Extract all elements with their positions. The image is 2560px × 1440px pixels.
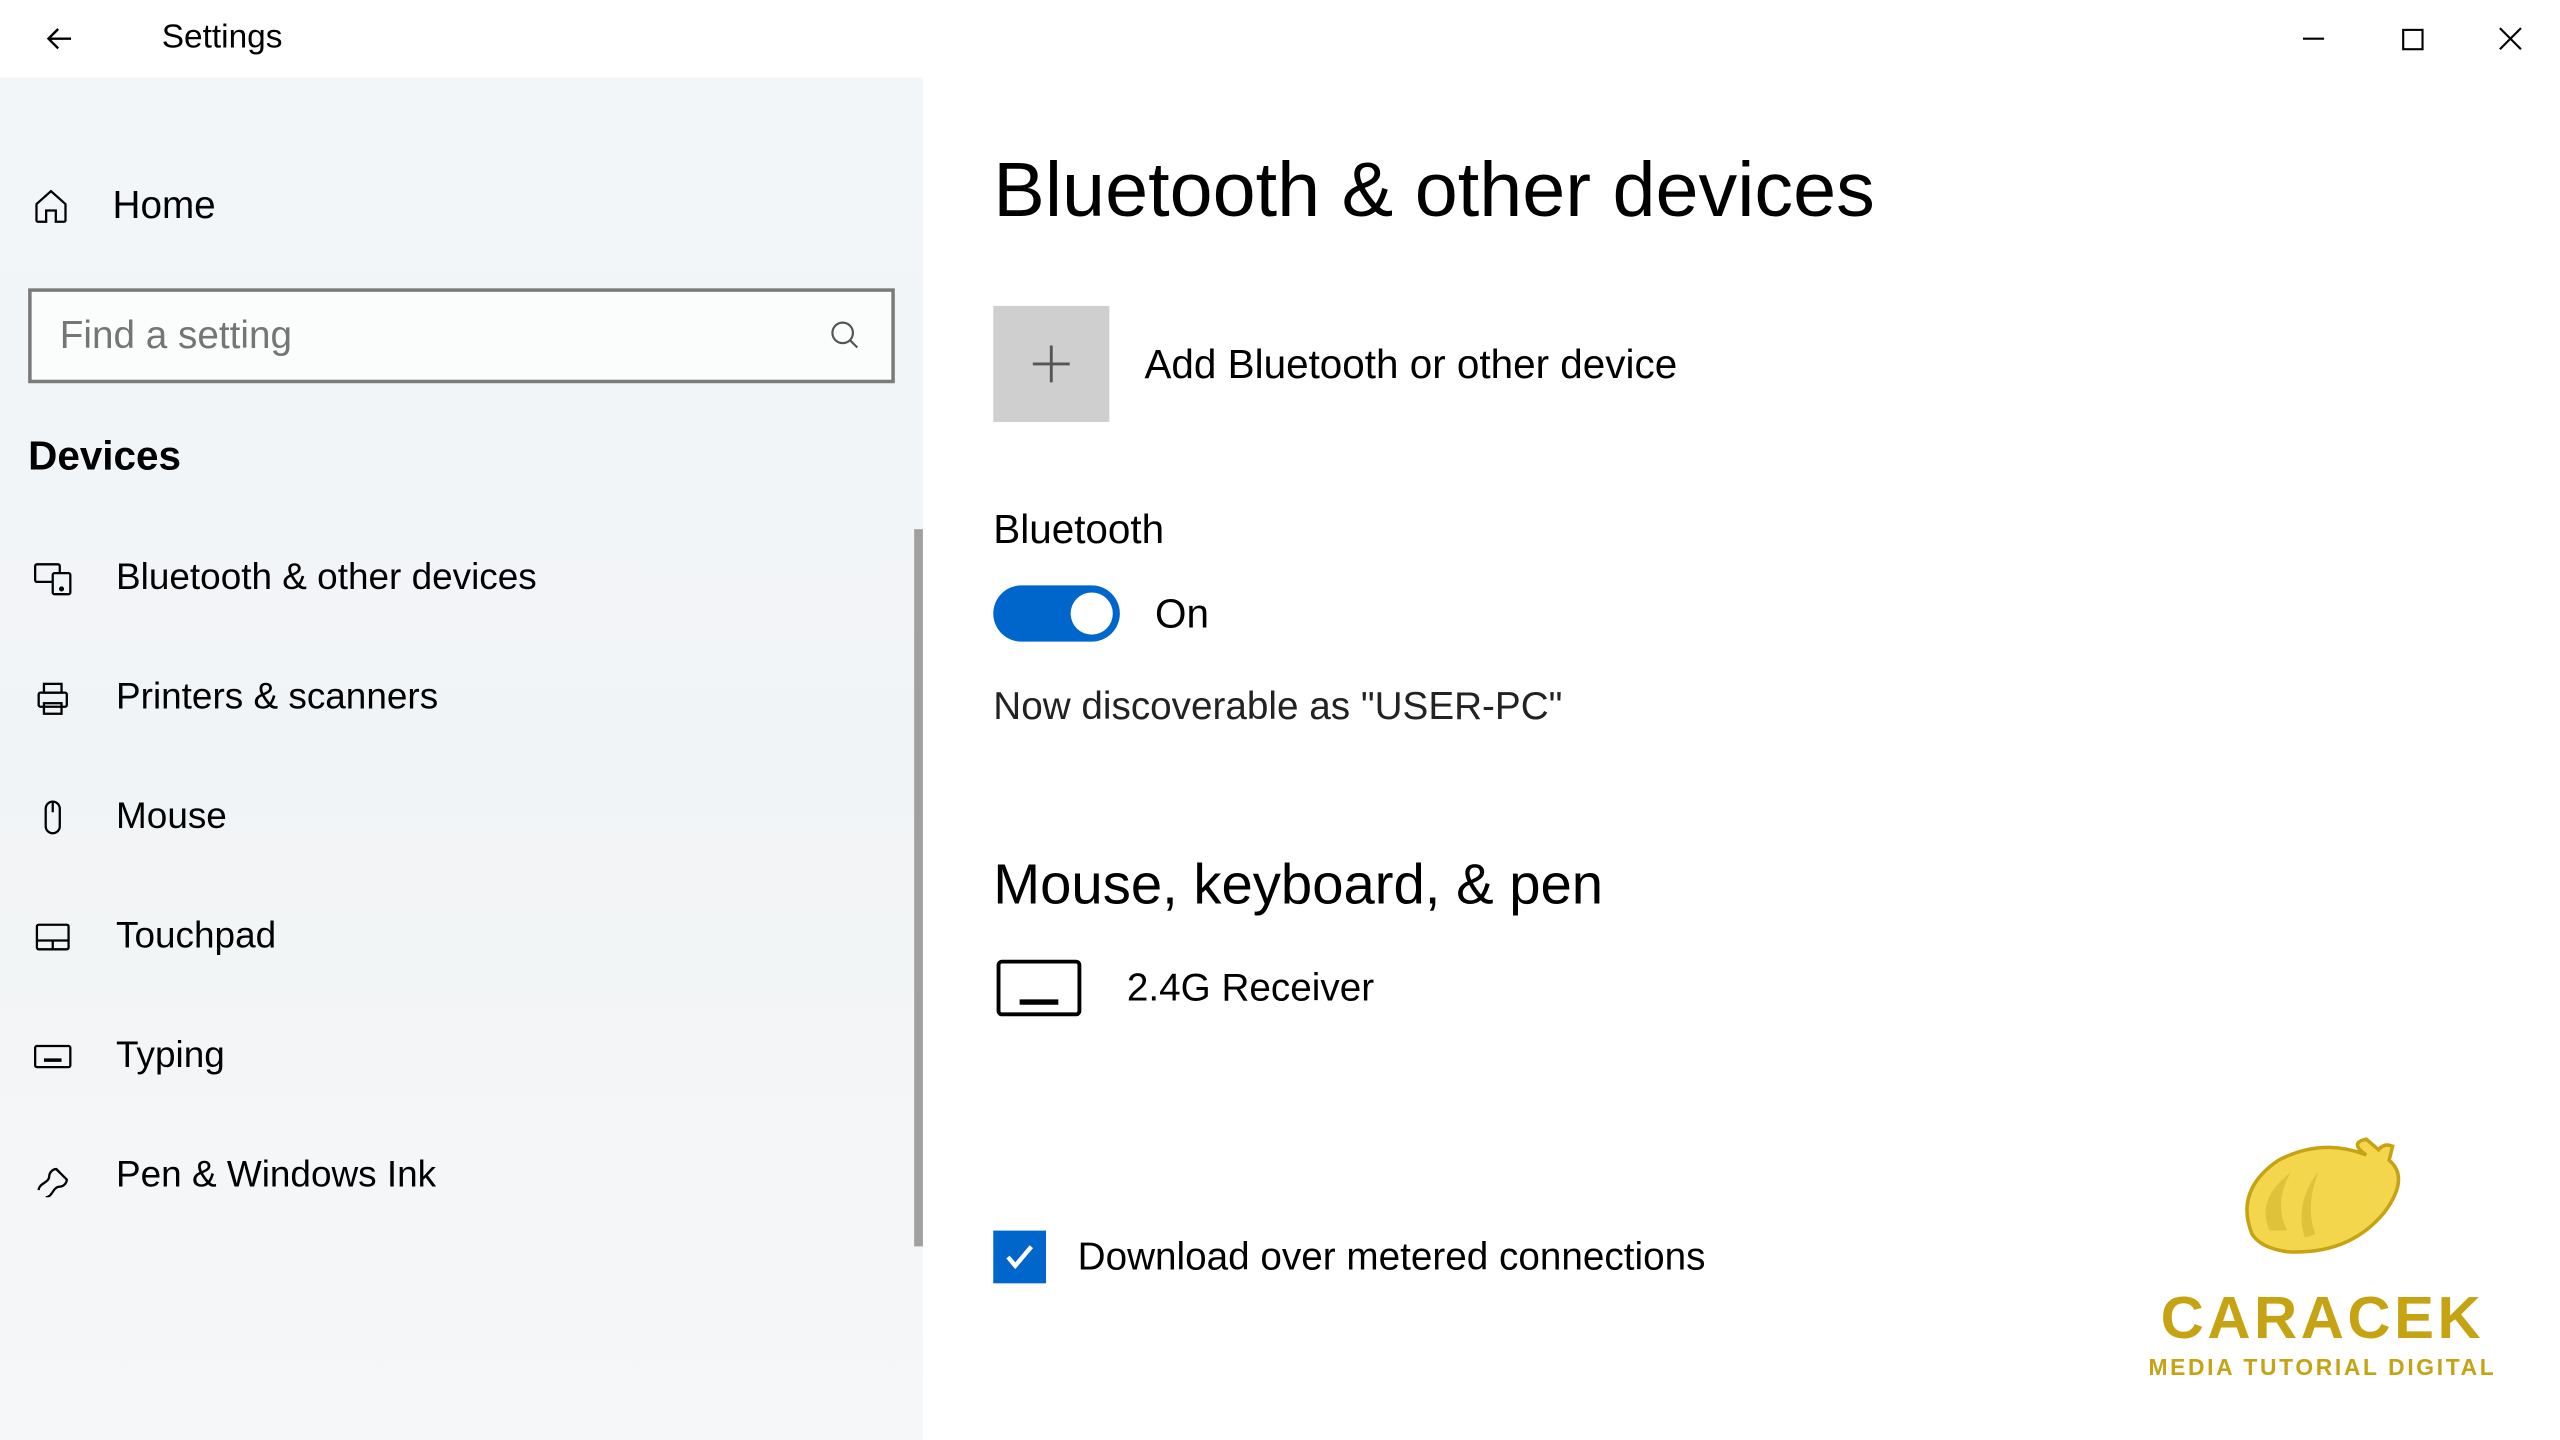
metered-row: Download over metered connections	[993, 1231, 2559, 1284]
keyboard-device-icon	[993, 956, 1084, 1019]
sidebar-nav: Bluetooth & other devices Printers & sca…	[0, 519, 923, 1236]
touchpad-icon	[32, 916, 74, 958]
add-icon-box	[993, 306, 1109, 422]
sidebar-item-typing[interactable]: Typing	[0, 997, 923, 1117]
section-mouse-heading: Mouse, keyboard, & pen	[993, 853, 2559, 918]
mouse-icon	[32, 796, 74, 838]
plus-icon	[1027, 339, 1076, 388]
sidebar-item-label: Bluetooth & other devices	[116, 557, 537, 599]
watermark-subtitle: MEDIA TUTORIAL DIGITAL	[2148, 1354, 2496, 1380]
sidebar-item-label: Pen & Windows Ink	[116, 1155, 436, 1197]
sidebar-item-printers[interactable]: Printers & scanners	[0, 638, 923, 758]
main-content: Bluetooth & other devices Add Bluetooth …	[923, 77, 2560, 1439]
back-button[interactable]	[21, 0, 98, 77]
sidebar-item-touchpad[interactable]: Touchpad	[0, 877, 923, 997]
sidebar-section-title: Devices	[0, 432, 923, 518]
sidebar-item-mouse[interactable]: Mouse	[0, 758, 923, 878]
keyboard-icon	[32, 1035, 74, 1077]
watermark-title: CARACEK	[2148, 1285, 2496, 1354]
sidebar-item-label: Mouse	[116, 796, 227, 838]
page-heading: Bluetooth & other devices	[993, 148, 2559, 236]
close-button[interactable]	[2461, 0, 2559, 77]
toggle-knob	[1071, 592, 1113, 634]
checkmark-icon	[1002, 1239, 1037, 1274]
search-input[interactable]	[60, 313, 828, 359]
sidebar-item-bluetooth[interactable]: Bluetooth & other devices	[0, 519, 923, 639]
bluetooth-toggle[interactable]	[993, 585, 1120, 641]
sidebar-item-label: Touchpad	[116, 916, 276, 958]
titlebar: Settings	[0, 0, 2560, 77]
close-icon	[2498, 26, 2523, 51]
search-box[interactable]	[28, 288, 895, 383]
window-controls	[2264, 0, 2559, 77]
metered-label: Download over metered connections	[1078, 1234, 1706, 1280]
window-title: Settings	[162, 19, 283, 58]
bluetooth-label: Bluetooth	[993, 506, 2559, 553]
printer-icon	[32, 677, 74, 719]
device-item[interactable]: 2.4G Receiver	[993, 956, 2559, 1019]
pen-icon	[32, 1155, 74, 1197]
sidebar-item-pen[interactable]: Pen & Windows Ink	[0, 1116, 923, 1236]
search-icon	[828, 318, 863, 353]
home-icon	[32, 186, 71, 225]
minimize-icon	[2301, 26, 2326, 51]
sidebar-item-label: Typing	[116, 1035, 225, 1077]
bluetooth-toggle-state: On	[1155, 590, 1209, 637]
sidebar-home[interactable]: Home	[0, 165, 923, 246]
sidebar: Home Devices Bluetooth & other devices	[0, 77, 923, 1439]
maximize-icon	[2401, 27, 2424, 50]
device-name: 2.4G Receiver	[1127, 965, 1374, 1011]
add-device-button[interactable]: Add Bluetooth or other device	[993, 306, 2559, 422]
minimize-button[interactable]	[2264, 0, 2362, 77]
devices-icon	[32, 557, 74, 599]
discoverable-text: Now discoverable as "USER-PC"	[993, 684, 2559, 730]
arrow-left-icon	[40, 19, 79, 58]
maximize-button[interactable]	[2363, 0, 2461, 77]
add-device-label: Add Bluetooth or other device	[1144, 340, 1677, 387]
sidebar-item-label: Printers & scanners	[116, 677, 438, 719]
metered-checkbox[interactable]	[993, 1231, 1046, 1284]
sidebar-home-label: Home	[113, 183, 216, 229]
